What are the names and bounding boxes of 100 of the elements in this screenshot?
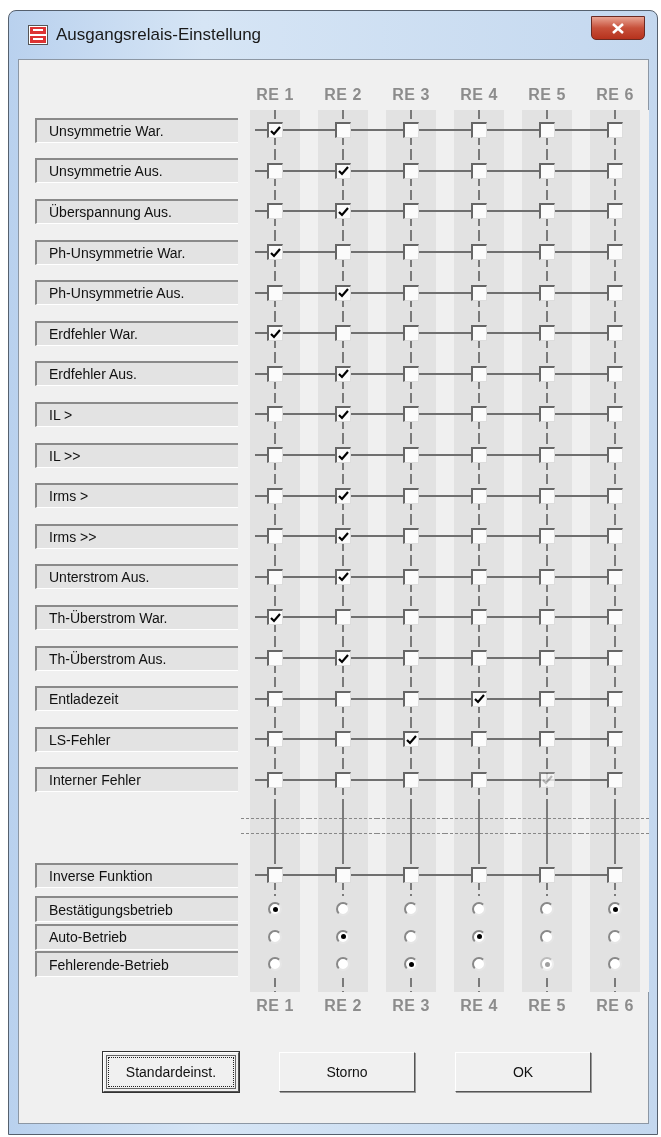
checkbox[interactable]: [471, 609, 487, 626]
checkbox[interactable]: [403, 528, 419, 545]
checkbox[interactable]: [403, 609, 419, 626]
checkbox[interactable]: [607, 122, 623, 139]
checkbox[interactable]: [471, 406, 487, 423]
checkbox[interactable]: [403, 731, 419, 748]
checkbox[interactable]: [471, 203, 487, 220]
checkbox[interactable]: [539, 203, 555, 220]
checkbox[interactable]: [539, 731, 555, 748]
checkbox[interactable]: [607, 771, 623, 788]
dialog-button[interactable]: Storno: [279, 1052, 415, 1093]
checkbox[interactable]: [335, 122, 351, 139]
checkbox[interactable]: [539, 284, 555, 301]
checkbox[interactable]: [335, 731, 351, 748]
checkbox[interactable]: [403, 203, 419, 220]
checkbox[interactable]: [607, 162, 623, 179]
checkbox[interactable]: [471, 690, 487, 707]
close-button[interactable]: [591, 16, 645, 40]
checkbox[interactable]: [607, 447, 623, 464]
checkbox[interactable]: [403, 284, 419, 301]
checkbox[interactable]: [607, 609, 623, 626]
checkbox[interactable]: [335, 284, 351, 301]
checkbox[interactable]: [403, 650, 419, 666]
radio-button[interactable]: [472, 902, 486, 917]
radio-button[interactable]: [336, 929, 350, 944]
radio-button[interactable]: [404, 957, 418, 972]
checkbox[interactable]: [335, 771, 351, 788]
radio-button[interactable]: [268, 902, 282, 917]
checkbox[interactable]: [471, 568, 487, 585]
checkbox[interactable]: [607, 650, 623, 666]
checkbox[interactable]: [539, 325, 555, 342]
checkbox[interactable]: [607, 244, 623, 261]
radio-button[interactable]: [608, 902, 622, 917]
checkbox[interactable]: [335, 528, 351, 545]
checkbox[interactable]: [539, 771, 555, 788]
checkbox[interactable]: [539, 447, 555, 464]
checkbox[interactable]: [335, 203, 351, 220]
checkbox[interactable]: [403, 365, 419, 382]
checkbox[interactable]: [335, 867, 351, 884]
checkbox[interactable]: [607, 731, 623, 748]
checkbox[interactable]: [267, 568, 283, 585]
checkbox[interactable]: [267, 284, 283, 301]
checkbox[interactable]: [267, 731, 283, 748]
checkbox[interactable]: [607, 365, 623, 382]
checkbox[interactable]: [335, 244, 351, 261]
checkbox[interactable]: [267, 487, 283, 504]
checkbox[interactable]: [403, 122, 419, 139]
checkbox[interactable]: [471, 447, 487, 464]
checkbox[interactable]: [539, 650, 555, 666]
dialog-button[interactable]: OK: [455, 1052, 591, 1093]
radio-button[interactable]: [404, 902, 418, 917]
checkbox[interactable]: [403, 406, 419, 423]
checkbox[interactable]: [335, 487, 351, 504]
checkbox[interactable]: [267, 447, 283, 464]
checkbox[interactable]: [471, 325, 487, 342]
checkbox[interactable]: [607, 568, 623, 585]
checkbox[interactable]: [607, 203, 623, 220]
checkbox[interactable]: [607, 487, 623, 504]
checkbox[interactable]: [471, 867, 487, 884]
checkbox[interactable]: [607, 325, 623, 342]
checkbox[interactable]: [471, 365, 487, 382]
checkbox[interactable]: [607, 406, 623, 423]
checkbox[interactable]: [539, 609, 555, 626]
radio-button[interactable]: [404, 929, 418, 944]
checkbox[interactable]: [607, 284, 623, 301]
checkbox[interactable]: [267, 365, 283, 382]
radio-button[interactable]: [336, 902, 350, 917]
checkbox[interactable]: [267, 162, 283, 179]
checkbox[interactable]: [335, 690, 351, 707]
checkbox[interactable]: [471, 771, 487, 788]
checkbox[interactable]: [471, 244, 487, 261]
radio-button[interactable]: [472, 957, 486, 972]
checkbox[interactable]: [335, 447, 351, 464]
checkbox[interactable]: [403, 244, 419, 261]
checkbox[interactable]: [471, 650, 487, 666]
checkbox[interactable]: [267, 406, 283, 423]
checkbox[interactable]: [403, 447, 419, 464]
radio-button[interactable]: [268, 957, 282, 972]
checkbox[interactable]: [335, 406, 351, 423]
checkbox[interactable]: [471, 487, 487, 504]
checkbox[interactable]: [539, 867, 555, 884]
checkbox[interactable]: [267, 609, 283, 626]
checkbox[interactable]: [539, 244, 555, 261]
checkbox[interactable]: [403, 867, 419, 884]
checkbox[interactable]: [539, 487, 555, 504]
checkbox[interactable]: [403, 487, 419, 504]
checkbox[interactable]: [335, 609, 351, 626]
checkbox[interactable]: [539, 122, 555, 139]
checkbox[interactable]: [267, 203, 283, 220]
checkbox[interactable]: [267, 244, 283, 261]
checkbox[interactable]: [335, 162, 351, 179]
checkbox[interactable]: [403, 162, 419, 179]
radio-button[interactable]: [540, 929, 554, 944]
checkbox[interactable]: [539, 568, 555, 585]
checkbox[interactable]: [539, 406, 555, 423]
checkbox[interactable]: [471, 528, 487, 545]
checkbox[interactable]: [471, 284, 487, 301]
checkbox[interactable]: [335, 325, 351, 342]
checkbox[interactable]: [607, 528, 623, 545]
checkbox[interactable]: [267, 867, 283, 884]
